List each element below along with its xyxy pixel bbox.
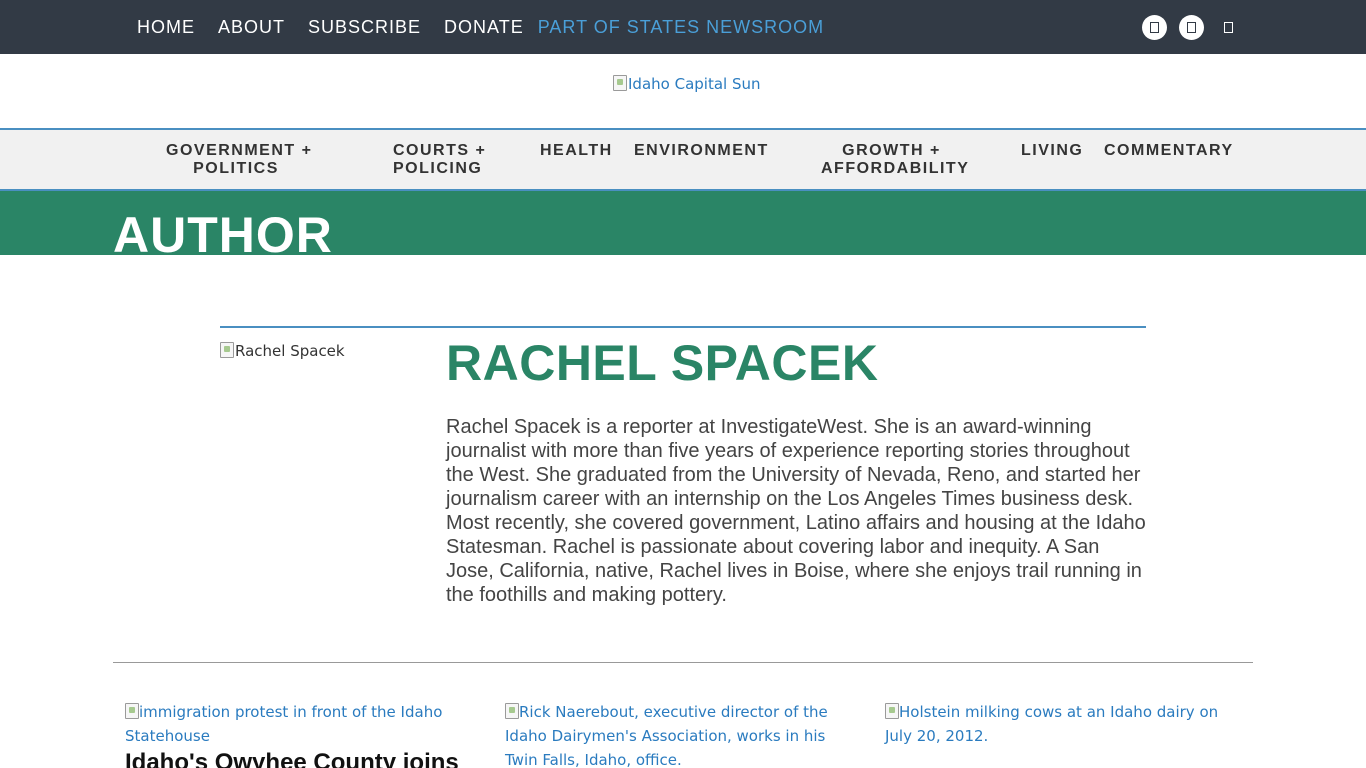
nav-subscribe-link[interactable]: SUBSCRIBE bbox=[308, 17, 421, 38]
broken-image-icon bbox=[505, 703, 519, 719]
nav-item-line: ENVIRONMENT bbox=[634, 142, 769, 159]
story-image-alt-text: Holstein milking cows at an Idaho dairy … bbox=[885, 703, 1219, 745]
broken-image-icon bbox=[885, 703, 899, 719]
nav-government-politics[interactable]: GOVERNMENT + POLITICS bbox=[166, 142, 311, 178]
nav-item-line: AFFORDABILITY bbox=[821, 160, 970, 177]
author-name: RACHEL SPACEK bbox=[446, 335, 879, 391]
story-image-link[interactable]: immigration protest in front of the Idah… bbox=[125, 700, 477, 748]
nav-item-line: GROWTH + bbox=[842, 142, 941, 159]
nav-item-line: COURTS + bbox=[393, 142, 487, 159]
nav-item-line: COMMENTARY bbox=[1104, 142, 1234, 159]
nav-environment[interactable]: ENVIRONMENT bbox=[634, 142, 769, 160]
main-nav: GOVERNMENT + POLITICS COURTS + POLICING … bbox=[0, 128, 1366, 191]
logo-area: Idaho Capital Sun bbox=[0, 54, 1366, 128]
nav-item-line: POLICING bbox=[393, 160, 483, 177]
nav-growth-affordability[interactable]: GROWTH + AFFORDABILITY bbox=[821, 142, 968, 178]
nav-courts-policing[interactable]: COURTS + POLICING bbox=[393, 142, 485, 178]
nav-commentary[interactable]: COMMENTARY bbox=[1104, 142, 1234, 160]
broken-image-icon bbox=[613, 75, 627, 91]
facebook-icon[interactable] bbox=[1142, 15, 1167, 40]
story-card: Holstein milking cows at an Idaho dairy … bbox=[885, 700, 1237, 748]
page-title: AUTHOR bbox=[113, 207, 333, 255]
broken-image-icon bbox=[125, 703, 139, 719]
story-image-link[interactable]: Holstein milking cows at an Idaho dairy … bbox=[885, 700, 1237, 748]
bio-divider bbox=[220, 326, 1146, 328]
site-logo-alt-text: Idaho Capital Sun bbox=[628, 75, 761, 93]
twitter-icon[interactable] bbox=[1179, 15, 1204, 40]
nav-item-line: HEALTH bbox=[540, 142, 613, 159]
author-bio: Rachel Spacek is a reporter at Investiga… bbox=[446, 416, 1146, 606]
nav-about-link[interactable]: ABOUT bbox=[218, 17, 285, 38]
story-image-alt-text: immigration protest in front of the Idah… bbox=[125, 703, 443, 745]
social-links bbox=[1142, 15, 1241, 40]
top-bar: HOME ABOUT SUBSCRIBE DONATE PART OF STAT… bbox=[0, 0, 1366, 54]
nav-item-line: POLITICS bbox=[193, 160, 279, 177]
instagram-icon[interactable] bbox=[1216, 15, 1241, 40]
story-headline-link[interactable]: Idaho's Owyhee County joins bbox=[125, 750, 477, 768]
section-divider bbox=[113, 662, 1253, 663]
story-card: immigration protest in front of the Idah… bbox=[125, 700, 477, 768]
utility-nav: HOME ABOUT SUBSCRIBE DONATE PART OF STAT… bbox=[137, 0, 824, 54]
story-card: Rick Naerebout, executive director of th… bbox=[505, 700, 857, 768]
nav-item-line: LIVING bbox=[1021, 142, 1084, 159]
author-photo: Rachel Spacek bbox=[220, 342, 345, 360]
states-newsroom-link[interactable]: PART OF STATES NEWSROOM bbox=[538, 17, 824, 38]
nav-living[interactable]: LIVING bbox=[1021, 142, 1083, 160]
nav-health[interactable]: HEALTH bbox=[540, 142, 613, 160]
story-image-alt-text: Rick Naerebout, executive director of th… bbox=[505, 703, 828, 768]
story-image-link[interactable]: Rick Naerebout, executive director of th… bbox=[505, 700, 857, 768]
page-header-band: AUTHOR bbox=[0, 191, 1366, 255]
author-photo-alt-text: Rachel Spacek bbox=[235, 342, 345, 360]
nav-item-line: GOVERNMENT + bbox=[166, 142, 313, 159]
broken-image-icon bbox=[220, 342, 234, 358]
nav-donate-link[interactable]: DONATE bbox=[444, 17, 524, 38]
nav-home-link[interactable]: HOME bbox=[137, 17, 195, 38]
site-logo-link[interactable]: Idaho Capital Sun bbox=[613, 75, 761, 93]
